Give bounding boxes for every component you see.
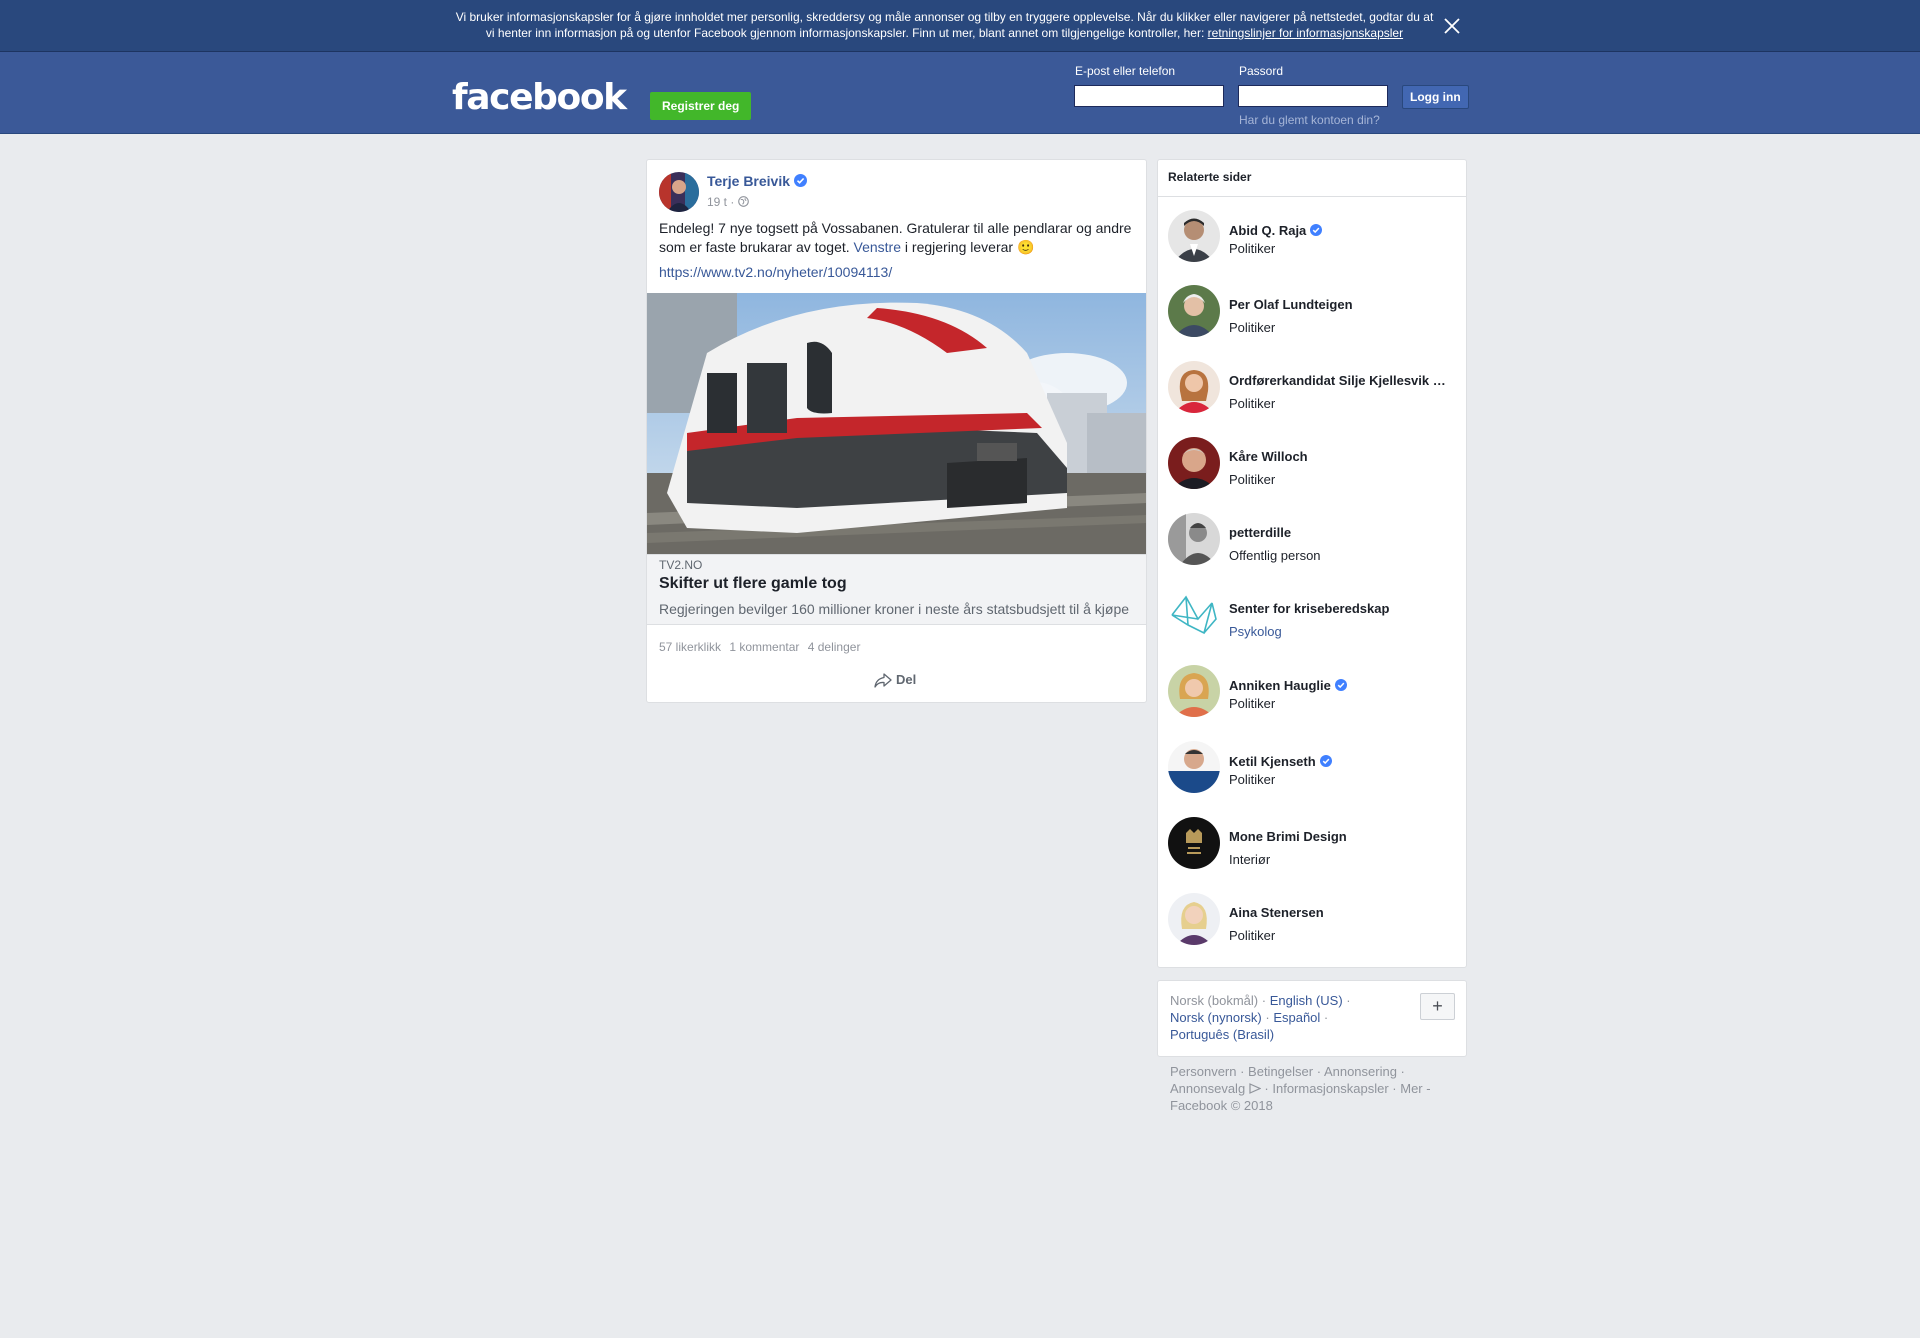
link-preview-image[interactable] <box>647 293 1146 554</box>
footer-privacy-link[interactable]: Personvern <box>1170 1064 1236 1079</box>
footer-links: Personvern · Betingelser · Annonsering ·… <box>1170 1064 1431 1113</box>
related-page-name[interactable]: Aina Stenersen <box>1229 905 1324 920</box>
related-page-item[interactable]: Mone Brimi Design Interiør <box>1168 817 1458 871</box>
related-page-category: Politiker <box>1229 241 1276 256</box>
related-page-category: Politiker <box>1229 472 1276 487</box>
language-current: Norsk (bokmål) <box>1170 993 1259 1008</box>
language-english[interactable]: English (US) <box>1270 993 1343 1008</box>
footer-advertising-link[interactable]: Annonsering <box>1324 1064 1397 1079</box>
related-page-avatar[interactable] <box>1168 817 1220 869</box>
language-portuguese[interactable]: Português (Brasil) <box>1170 1027 1274 1042</box>
globe-icon <box>737 195 749 209</box>
link-preview-title[interactable]: Skifter ut flere gamle tog <box>659 575 847 593</box>
forgot-account-link[interactable]: Har du glemt kontoen din? <box>1239 113 1380 127</box>
divider <box>1158 196 1466 197</box>
post-stats: 57 likerklikk 1 kommentar 4 delinger <box>659 640 865 654</box>
related-page-avatar[interactable] <box>1168 513 1220 565</box>
post-author-name[interactable]: Terje Breivik <box>707 173 808 189</box>
related-page-item[interactable]: petterdille Offentlig person <box>1168 513 1458 567</box>
related-page-item[interactable]: Senter for kriseberedskap Psykolog <box>1168 589 1458 643</box>
cookie-policy-link[interactable]: retningslinjer for informasjonskapsler <box>1208 26 1403 40</box>
related-page-category: Politiker <box>1229 772 1276 787</box>
close-icon[interactable] <box>1440 14 1464 38</box>
link-preview-description: Regjeringen bevilger 160 millioner krone… <box>659 601 1130 617</box>
footer-adchoices-link[interactable]: Annonsevalg <box>1170 1081 1245 1096</box>
cookie-banner: Vi bruker informasjonskapsler for å gjør… <box>0 0 1920 52</box>
related-page-category: Politiker <box>1229 396 1276 411</box>
related-page-item[interactable]: Anniken Hauglie Politiker <box>1168 665 1458 719</box>
related-page-category: Politiker <box>1229 928 1276 943</box>
verified-badge-icon <box>1319 755 1333 768</box>
footer-cookies-link[interactable]: Informasjonskapsler <box>1272 1081 1388 1096</box>
more-languages-button[interactable]: + <box>1420 993 1455 1020</box>
facebook-logo[interactable]: facebook <box>452 77 627 119</box>
related-page-avatar[interactable] <box>1168 741 1220 793</box>
cookie-banner-text: Vi bruker informasjonskapsler for å gjør… <box>455 10 1434 40</box>
related-page-avatar[interactable] <box>1168 665 1220 717</box>
email-label: E-post eller telefon <box>1075 64 1176 78</box>
related-page-avatar[interactable] <box>1168 893 1220 945</box>
password-field[interactable] <box>1238 85 1388 107</box>
likes-count[interactable]: 57 likerklikk <box>659 640 721 654</box>
related-page-item[interactable]: Per Olaf Lundteigen Politiker <box>1168 285 1458 339</box>
related-page-name[interactable]: petterdille <box>1229 525 1291 540</box>
related-page-name[interactable]: Per Olaf Lundteigen <box>1229 297 1353 312</box>
related-page-category: Politiker <box>1229 320 1276 335</box>
link-preview-card[interactable]: TV2.NO Skifter ut flere gamle tog Regjer… <box>647 554 1146 625</box>
language-selector-panel: Norsk (bokmål) · English (US) · Norsk (n… <box>1157 980 1467 1057</box>
related-page-item[interactable]: Aina Stenersen Politiker <box>1168 893 1458 947</box>
verified-badge-icon <box>1334 679 1348 692</box>
related-page-category: Interiør <box>1229 852 1271 867</box>
post-meta: 19 t · <box>707 195 749 209</box>
related-pages-title: Relaterte sider <box>1168 170 1252 184</box>
post-card: Terje Breivik 19 t · Endeleg! 7 nye togs… <box>646 159 1147 703</box>
footer-terms-link[interactable]: Betingelser <box>1248 1064 1313 1079</box>
language-list: Norsk (bokmål) · English (US) · Norsk (n… <box>1170 993 1351 1042</box>
register-button[interactable]: Registrer deg <box>650 92 752 120</box>
related-page-item[interactable]: Abid Q. Raja Politiker <box>1168 210 1458 264</box>
shares-count[interactable]: 4 delinger <box>808 640 861 654</box>
related-page-name[interactable]: Senter for kriseberedskap <box>1229 601 1389 616</box>
post-timestamp[interactable]: 19 t <box>707 195 727 209</box>
login-button[interactable]: Logg inn <box>1402 85 1469 109</box>
related-page-category[interactable]: Psykolog <box>1229 624 1282 639</box>
adchoices-icon <box>1249 1081 1262 1096</box>
email-field[interactable] <box>1074 85 1224 107</box>
related-page-avatar[interactable] <box>1168 589 1220 641</box>
related-page-avatar[interactable] <box>1168 361 1220 413</box>
related-page-name[interactable]: Kåre Willoch <box>1229 449 1308 464</box>
related-page-item[interactable]: Ketil Kjenseth Politiker <box>1168 741 1458 795</box>
related-page-item[interactable]: Kåre Willoch Politiker <box>1168 437 1458 491</box>
related-page-avatar[interactable] <box>1168 437 1220 489</box>
top-header: facebook Registrer deg E-post eller tele… <box>0 52 1920 134</box>
related-page-avatar[interactable] <box>1168 210 1220 262</box>
verified-badge-icon <box>1310 224 1323 237</box>
comments-count[interactable]: 1 kommentar <box>729 640 799 654</box>
post-mention-link[interactable]: Venstre <box>854 239 901 255</box>
language-spanish[interactable]: Español <box>1273 1010 1320 1025</box>
related-page-category: Offentlig person <box>1229 548 1321 563</box>
author-avatar[interactable] <box>659 172 699 212</box>
link-preview-domain: TV2.NO <box>659 558 703 572</box>
footer-copyright: Facebook © 2018 <box>1170 1098 1273 1113</box>
related-page-name[interactable]: Mone Brimi Design <box>1229 829 1347 844</box>
footer-more-link[interactable]: Mer <box>1400 1081 1422 1096</box>
password-label: Passord <box>1239 64 1284 78</box>
verified-badge-icon <box>794 174 808 187</box>
share-button[interactable]: Del <box>874 672 916 688</box>
post-text: Endeleg! 7 nye togsett på Vossabanen. Gr… <box>659 220 1132 255</box>
related-page-name[interactable]: Ordførerkandidat Silje Kjellesvik Olsen <box>1229 373 1451 388</box>
smile-emoji: 🙂 <box>1016 239 1035 255</box>
related-page-category: Politiker <box>1229 696 1276 711</box>
related-page-item[interactable]: Ordførerkandidat Silje Kjellesvik Olsen … <box>1168 361 1458 415</box>
share-icon <box>874 673 892 688</box>
related-page-avatar[interactable] <box>1168 285 1220 337</box>
post-url-link[interactable]: https://www.tv2.no/nyheter/10094113/ <box>659 264 892 280</box>
language-nynorsk[interactable]: Norsk (nynorsk) <box>1170 1010 1262 1025</box>
related-pages-panel: Relaterte sider Abid Q. Raja Politiker P… <box>1157 159 1467 968</box>
